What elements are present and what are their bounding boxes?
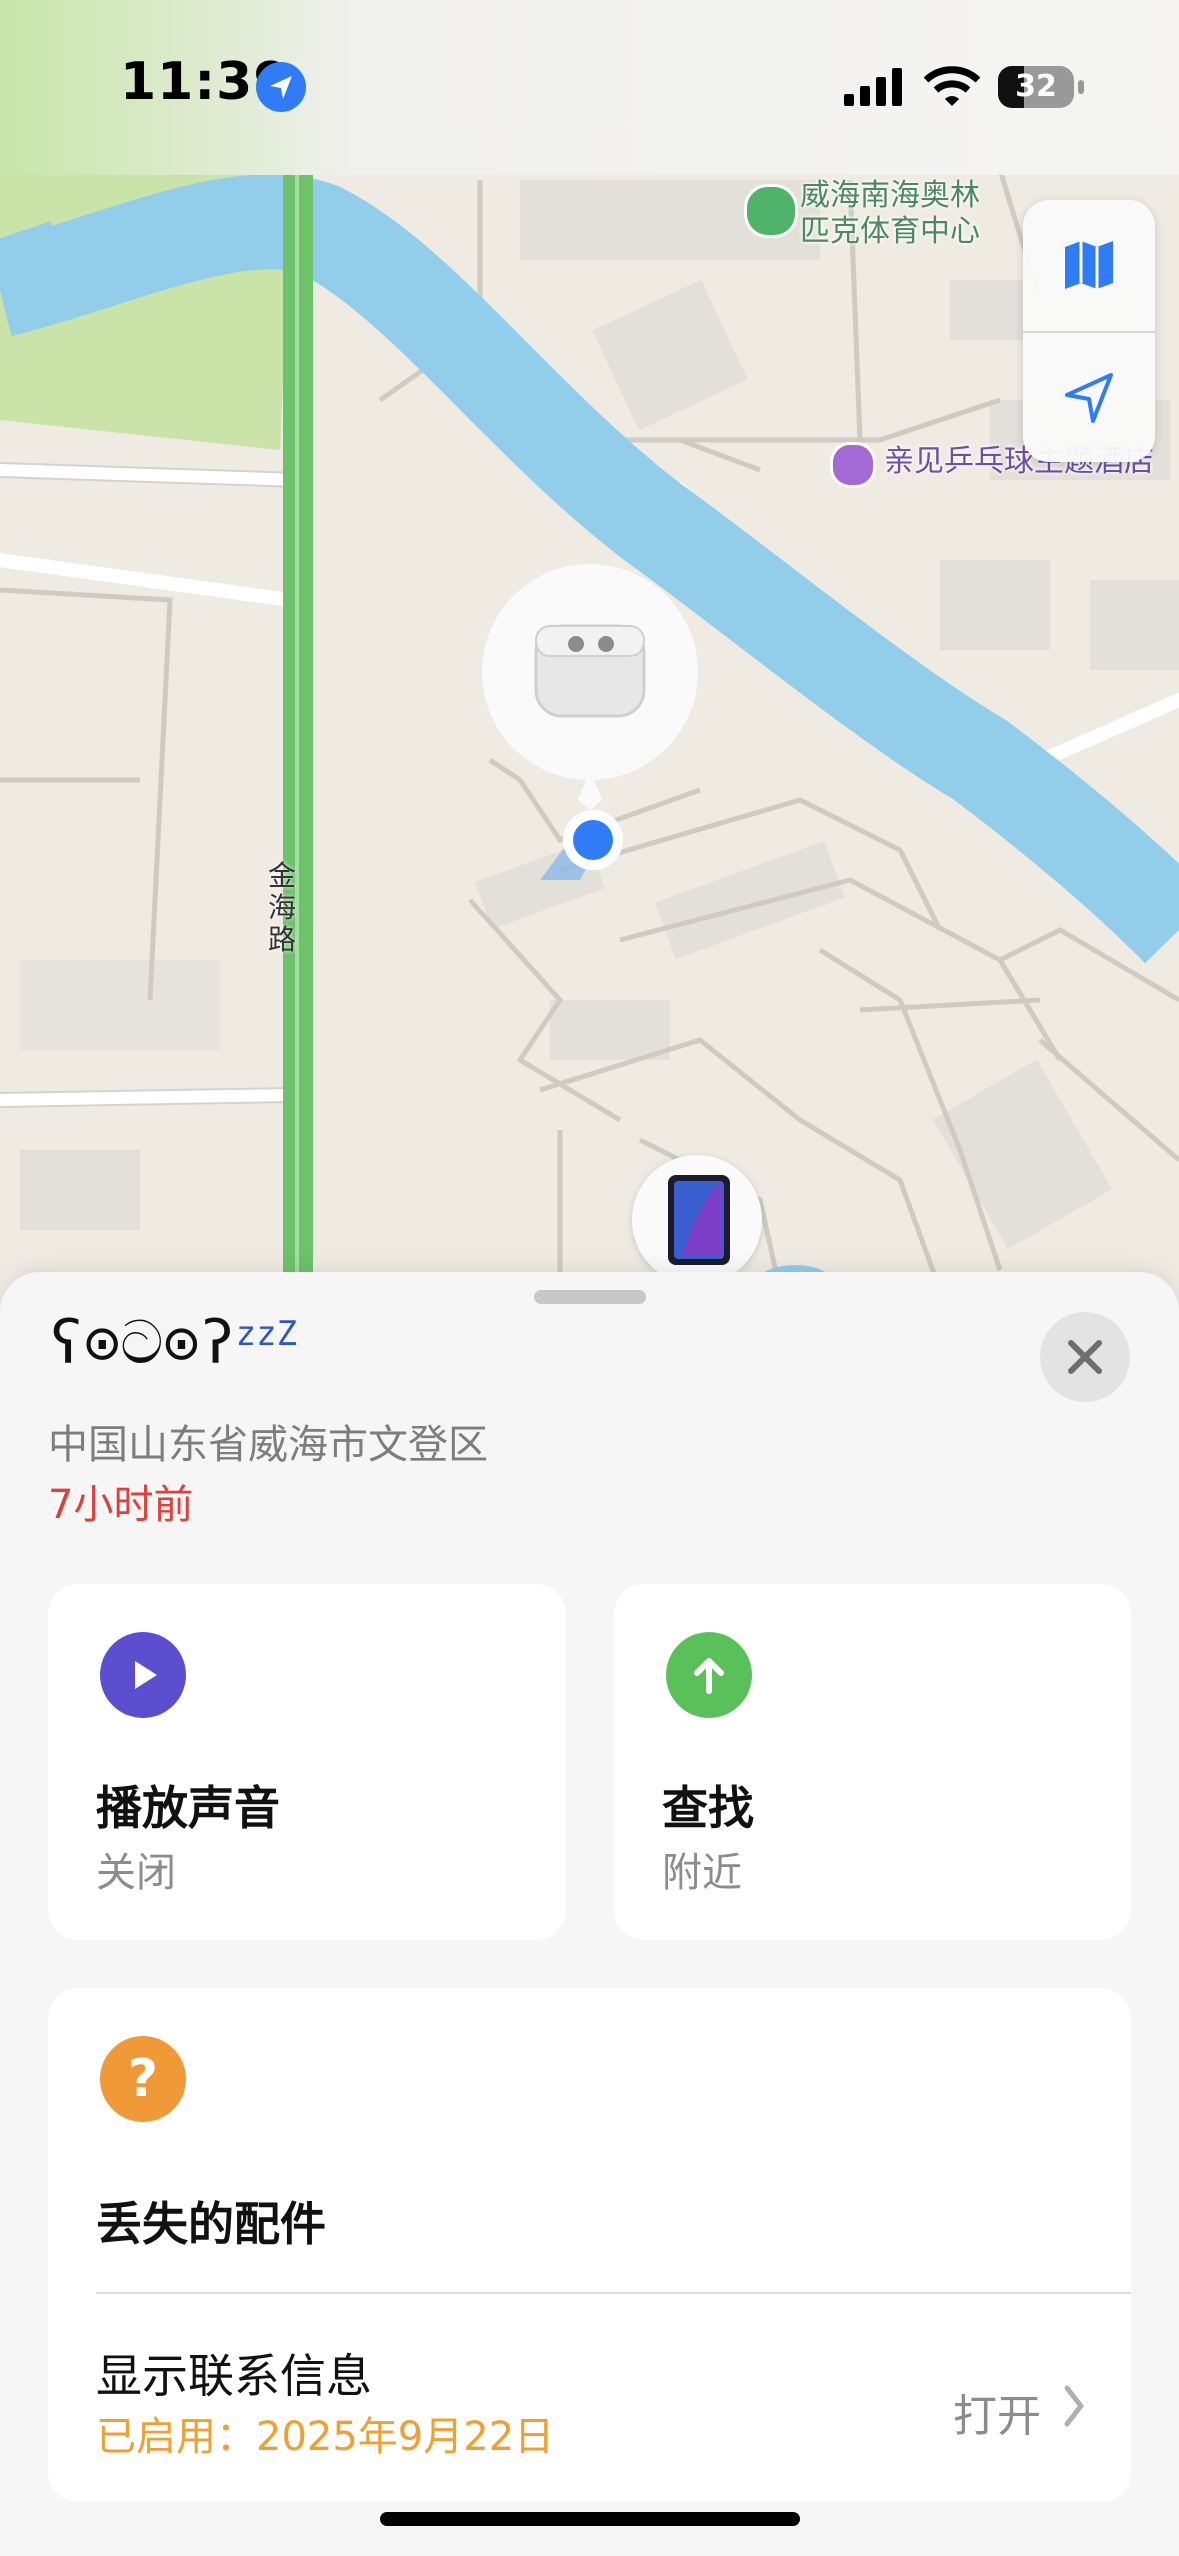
map-icon bbox=[1065, 241, 1113, 289]
device-name: ʕ⊙ට⊙ʔzzZ bbox=[48, 1308, 298, 1378]
sheet-grabber[interactable] bbox=[534, 1290, 646, 1304]
close-button[interactable] bbox=[1040, 1312, 1130, 1402]
status-bar: 11:39 32 bbox=[0, 0, 1179, 175]
lost-accessory-title: 丢失的配件 bbox=[96, 2197, 326, 2251]
airpods-icon bbox=[470, 560, 710, 880]
battery-level: 32 bbox=[1015, 69, 1057, 104]
play-icon bbox=[100, 1632, 186, 1718]
map-poi-stadium[interactable]: 威海南海奥林 匹克体育中心 bbox=[800, 178, 980, 250]
map-view[interactable]: 威海南海奥林 匹克体育中心 亲见乒乓球主题酒店 金海路 bbox=[0, 0, 1179, 1290]
question-mark-icon: ? bbox=[100, 2036, 186, 2122]
open-status: 打开 bbox=[953, 2391, 1041, 2442]
play-sound-card[interactable]: 播放声音 关闭 bbox=[48, 1584, 566, 1940]
play-sound-status: 关闭 bbox=[96, 1850, 176, 1896]
stadium-icon bbox=[744, 184, 798, 238]
last-seen-time: 7小时前 bbox=[48, 1482, 194, 1528]
map-road-name: 金海路 bbox=[268, 859, 297, 956]
find-nearby-card[interactable]: 查找 附近 bbox=[614, 1584, 1131, 1940]
location-services-icon bbox=[256, 62, 306, 112]
find-title: 查找 bbox=[662, 1781, 754, 1835]
home-indicator[interactable] bbox=[380, 2512, 800, 2526]
ipad-map-pin[interactable] bbox=[632, 1155, 762, 1285]
map-controls bbox=[1023, 200, 1155, 462]
show-contact-info-label: 显示联系信息 bbox=[96, 2349, 372, 2403]
map-mode-button[interactable] bbox=[1023, 200, 1155, 330]
chevron-right-icon bbox=[1064, 2385, 1084, 2427]
device-detail-sheet: ʕ⊙ට⊙ʔzzZ 中国山东省威海市文登区 7小时前 播放声音 关闭 查找 附近 … bbox=[0, 1272, 1179, 2556]
current-location-button[interactable] bbox=[1023, 332, 1155, 462]
battery-icon: 32 bbox=[998, 66, 1074, 108]
wifi-icon bbox=[924, 66, 980, 106]
enabled-date: 已启用：2025年9月22日 bbox=[96, 2414, 555, 2460]
arrow-up-icon bbox=[666, 1632, 752, 1718]
hotel-bed-icon bbox=[830, 442, 876, 488]
find-subtitle: 附近 bbox=[662, 1850, 742, 1896]
device-location: 中国山东省威海市文登区 bbox=[48, 1422, 488, 1468]
show-contact-info-row[interactable]: 显示联系信息 已启用：2025年9月22日 打开 bbox=[48, 2294, 1131, 2502]
location-arrow-icon bbox=[1065, 373, 1113, 423]
cellular-signal-icon bbox=[844, 68, 902, 106]
lost-accessory-card: ? 丢失的配件 显示联系信息 已启用：2025年9月22日 打开 bbox=[48, 1988, 1131, 2502]
ipad-icon bbox=[668, 1175, 730, 1265]
play-sound-title: 播放声音 bbox=[96, 1781, 280, 1835]
close-icon bbox=[1068, 1340, 1102, 1374]
